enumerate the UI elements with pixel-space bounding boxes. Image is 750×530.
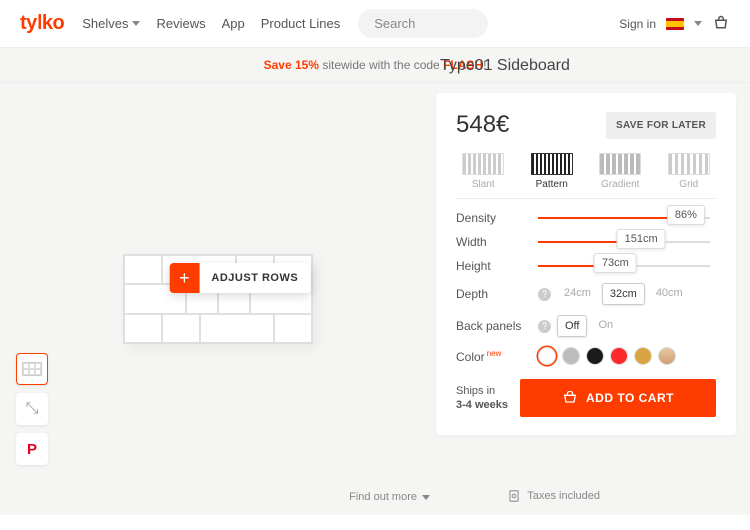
dimensions-button[interactable]: ⤡: [16, 393, 48, 425]
color-control: Colornew: [456, 347, 716, 365]
back-off[interactable]: Off: [557, 315, 587, 337]
nav-shelves[interactable]: Shelves: [82, 16, 140, 31]
height-control: Height 73cm: [456, 259, 716, 273]
pinterest-button[interactable]: P: [16, 433, 48, 465]
color-black[interactable]: [586, 347, 604, 365]
nav-product-lines[interactable]: Product Lines: [261, 16, 341, 31]
search-input[interactable]: Search: [358, 9, 488, 38]
promo-banner: Save 15% sitewide with the code FLASH!: [0, 48, 750, 83]
color-beige[interactable]: [658, 347, 676, 365]
main-nav: Shelves Reviews App Product Lines: [82, 16, 340, 31]
viewer-tools: ⤡ P: [16, 353, 48, 465]
taxes-info: Taxes included: [507, 489, 600, 503]
depth-control: Depth ? 24cm 32cm 40cm: [456, 283, 716, 305]
price: 548€: [456, 111, 509, 139]
depth-segmented: 24cm 32cm 40cm: [557, 283, 690, 305]
product-title: Type01 Sideboard: [440, 57, 570, 75]
chevron-down-icon: [132, 21, 140, 26]
backpanels-segmented: Off On: [557, 315, 620, 337]
product-viewer[interactable]: + ADJUST ROWS ⤡ P: [0, 83, 436, 515]
style-selector: Slant Pattern Gradient Grid: [456, 153, 716, 199]
header: tylko Shelves Reviews App Product Lines …: [0, 0, 750, 48]
depth-40[interactable]: 40cm: [649, 283, 690, 305]
adjust-rows-label: ADJUST ROWS: [199, 272, 310, 284]
cart-icon[interactable]: [712, 15, 730, 33]
color-oak[interactable]: [634, 347, 652, 365]
nav-app[interactable]: App: [222, 16, 245, 31]
style-gradient[interactable]: Gradient: [593, 153, 648, 190]
adjust-rows-pill[interactable]: + ADJUST ROWS: [169, 263, 310, 293]
backpanels-control: Back panels ? Off On: [456, 315, 716, 337]
cart-icon: [562, 391, 578, 405]
back-on[interactable]: On: [591, 315, 620, 337]
locale-flag-icon[interactable]: [666, 18, 684, 30]
color-white[interactable]: [538, 347, 556, 365]
info-icon[interactable]: ?: [538, 320, 551, 333]
header-right: Sign in: [619, 15, 730, 33]
depth-32[interactable]: 32cm: [602, 283, 645, 305]
find-out-more-link[interactable]: Find out more: [349, 491, 430, 503]
width-control: Width 151cm: [456, 235, 716, 249]
density-slider[interactable]: 86%: [538, 217, 710, 219]
plus-icon[interactable]: +: [169, 263, 199, 293]
view-thumbnail-button[interactable]: [16, 353, 48, 385]
style-grid[interactable]: Grid: [662, 153, 717, 190]
color-grey[interactable]: [562, 347, 580, 365]
color-red[interactable]: [610, 347, 628, 365]
chevron-down-icon: [422, 495, 430, 500]
ships-info: Ships in 3-4 weeks: [456, 384, 508, 413]
cta-row: Ships in 3-4 weeks ADD TO CART: [456, 379, 716, 417]
density-control: Density 86%: [456, 211, 716, 225]
width-slider[interactable]: 151cm: [538, 241, 710, 243]
height-slider[interactable]: 73cm: [538, 265, 710, 267]
depth-24[interactable]: 24cm: [557, 283, 598, 305]
info-icon[interactable]: ?: [538, 288, 551, 301]
chevron-down-icon[interactable]: [694, 21, 702, 26]
logo[interactable]: tylko: [20, 12, 64, 35]
save-for-later-button[interactable]: SAVE FOR LATER: [606, 112, 716, 139]
nav-reviews[interactable]: Reviews: [156, 16, 205, 31]
main-area: + ADJUST ROWS ⤡ P Type01 Sideboard 548€ …: [0, 83, 750, 515]
sign-in-link[interactable]: Sign in: [619, 17, 656, 31]
style-slant[interactable]: Slant: [456, 153, 511, 190]
add-to-cart-button[interactable]: ADD TO CART: [520, 379, 716, 417]
style-pattern[interactable]: Pattern: [525, 153, 580, 190]
config-panel: 548€ SAVE FOR LATER Slant Pattern Gradie…: [436, 93, 736, 435]
color-swatches: [538, 347, 676, 365]
receipt-icon: [507, 489, 521, 503]
ruler-icon: ⤡: [26, 400, 39, 418]
pinterest-icon: P: [27, 441, 37, 458]
